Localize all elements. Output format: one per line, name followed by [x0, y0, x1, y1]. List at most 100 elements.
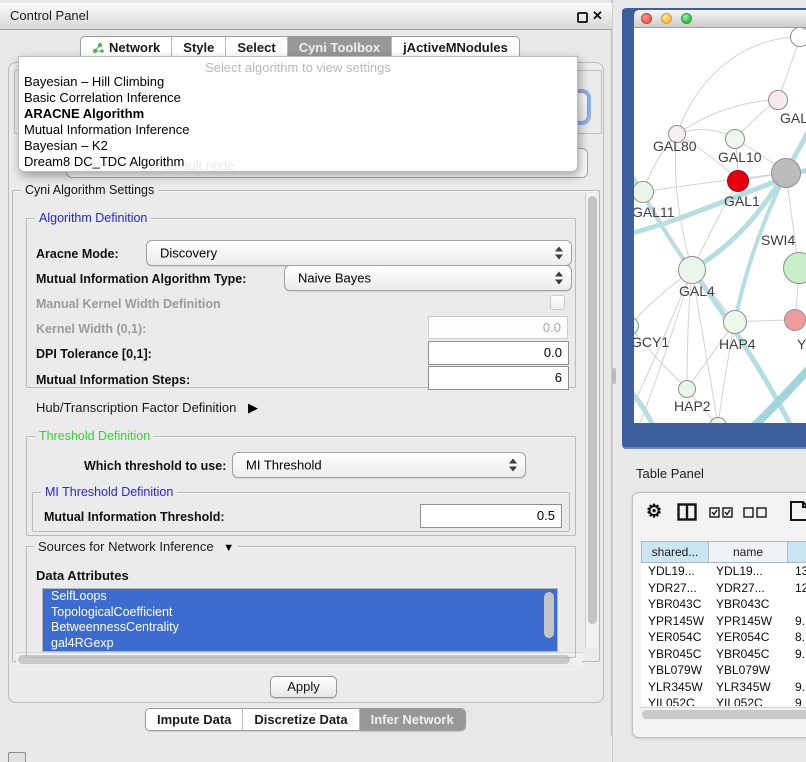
table-panel-window: ⚙ shared... name YDL19...YDL19...13	[632, 492, 806, 738]
cell: YBR045C	[709, 646, 788, 663]
node-label-swi4: SWI4	[761, 232, 795, 248]
column-header-shared-name[interactable]: shared...	[641, 541, 709, 563]
network-node-hap2[interactable]	[678, 380, 696, 398]
panel-divider-handle[interactable]	[612, 368, 616, 384]
new-table-icon[interactable]	[789, 500, 806, 522]
mi-steps-field[interactable]: 6	[428, 366, 569, 390]
network-node-gray[interactable]	[771, 158, 801, 188]
settings-vscroll-thumb[interactable]	[588, 196, 597, 624]
cell	[788, 662, 806, 679]
dpi-tolerance-label: DPI Tolerance [0,1]:	[36, 347, 152, 361]
table-row[interactable]: YBR043CYBR043C	[641, 596, 806, 613]
close-icon[interactable]: ✕	[592, 8, 603, 24]
network-node-gal1-selected[interactable]	[727, 170, 749, 192]
list-item-gal4rgexp[interactable]: gal4RGexp	[43, 636, 557, 652]
float-window-icon[interactable]	[577, 12, 588, 23]
cell: YDR27...	[709, 580, 788, 597]
cell: 9	[788, 695, 806, 706]
sources-expander[interactable]: Sources for Network Inference ▼	[34, 539, 238, 554]
tab-jactivemnodules[interactable]: jActiveMNodules	[391, 37, 519, 58]
cell: 9.	[788, 613, 806, 630]
node-label-gal: GAL	[780, 110, 806, 126]
zoom-traffic-light[interactable]	[681, 13, 692, 24]
table-row[interactable]: YLR345WYLR345W9.	[641, 679, 806, 696]
split-columns-icon[interactable]	[677, 503, 697, 521]
list-item-betweennesscentrality[interactable]: BetweennessCentrality	[43, 620, 557, 636]
network-node-salmon[interactable]	[784, 309, 806, 331]
cell: YIL052C	[709, 695, 788, 706]
data-attributes-label: Data Attributes	[36, 568, 129, 583]
network-node[interactable]	[790, 28, 806, 47]
cell: YBR043C	[709, 596, 788, 613]
network-edges	[634, 28, 806, 423]
dropdown-item-aracne[interactable]: ARACNE Algorithm	[19, 106, 577, 122]
cell: YLR345W	[641, 679, 709, 696]
kernel-width-field: 0.0	[428, 316, 568, 339]
table-row[interactable]: YPR145WYPR145W9.	[641, 613, 806, 630]
tab-jactivemnodules-label: jActiveMNodules	[403, 40, 508, 55]
cyni-settings-group-label: Cyni Algorithm Settings	[21, 183, 158, 197]
table-horizontal-scrollbar[interactable]	[639, 707, 806, 720]
table-row[interactable]: YDR27...YDR27...12	[641, 580, 806, 597]
table-row[interactable]: YER054CYER054C8.	[641, 629, 806, 646]
algorithm-dropdown-popup: Inference Algorithm gal filtered.sif def…	[18, 56, 578, 172]
deselect-all-columns-icon[interactable]	[743, 507, 767, 518]
list-item-selfloops[interactable]: SelfLoops	[43, 589, 557, 605]
network-node-gal[interactable]	[768, 90, 788, 110]
gear-icon[interactable]: ⚙	[646, 501, 662, 522]
cell: 9.	[788, 646, 806, 663]
cell: YBR043C	[641, 596, 709, 613]
mi-threshold-field[interactable]: 0.5	[420, 504, 562, 528]
cell: YPR145W	[641, 613, 709, 630]
kernel-width-label: Kernel Width (0,1):	[36, 322, 146, 336]
mi-type-combo[interactable]: Naive Bayes	[284, 265, 572, 291]
dpi-tolerance-field[interactable]: 0.0	[428, 341, 569, 365]
dropdown-item-mutual-information[interactable]: Mutual Information Inference	[19, 122, 577, 138]
apply-button[interactable]: Apply	[270, 676, 337, 698]
network-canvas[interactable]: GAL GAL80 GAL10 GAL1 GAL11 SWI4 GAL4 GCY…	[634, 28, 806, 423]
network-window-titlebar	[634, 10, 806, 28]
which-threshold-combo[interactable]: MI Threshold	[232, 452, 526, 478]
table-row[interactable]: YIL052CYIL052C9	[641, 695, 806, 706]
tab-discretize-data[interactable]: Discretize Data	[242, 709, 358, 730]
close-traffic-light[interactable]	[641, 13, 652, 24]
settings-vertical-scrollbar[interactable]	[585, 193, 598, 648]
dropdown-item-basic-correlation[interactable]: Basic Correlation Inference	[19, 90, 577, 106]
column-header-name[interactable]: name	[709, 541, 788, 563]
manual-kernel-label: Manual Kernel Width Definition	[36, 297, 221, 311]
control-panel-titlebar	[0, 3, 612, 30]
cell: 9.	[788, 679, 806, 696]
tab-network[interactable]: Network	[81, 37, 171, 58]
chevron-down-icon: ▼	[223, 542, 234, 554]
table-row[interactable]: YBR045CYBR045C9.	[641, 646, 806, 663]
cell: YDL19...	[641, 563, 709, 580]
tab-impute-data[interactable]: Impute Data	[146, 709, 242, 730]
minimize-traffic-light[interactable]	[661, 13, 672, 24]
aracne-mode-combo[interactable]: Discovery	[146, 240, 572, 266]
network-node-gal10[interactable]	[725, 129, 745, 149]
dropdown-item-bayesian-k2[interactable]: Bayesian – K2	[19, 138, 577, 154]
network-node-hap4[interactable]	[723, 310, 747, 334]
cell: YPR145W	[709, 613, 788, 630]
panel-title: Control Panel	[10, 8, 89, 23]
combo-arrows-icon	[555, 247, 563, 260]
table-row[interactable]: YBL079WYBL079W	[641, 662, 806, 679]
select-all-columns-icon[interactable]	[709, 507, 733, 518]
network-node-gal4[interactable]	[678, 256, 706, 284]
tab-style[interactable]: Style	[171, 37, 225, 58]
table-hscroll-thumb[interactable]	[642, 710, 806, 719]
tab-select[interactable]: Select	[225, 37, 286, 58]
tab-cyni-toolbox[interactable]: Cyni Toolbox	[287, 37, 391, 58]
dropdown-item-dream8[interactable]: Dream8 DC_TDC Algorithm	[19, 154, 577, 170]
hub-expander[interactable]: Hub/Transcription Factor Definition ▶	[36, 400, 258, 416]
cell: 8.	[788, 629, 806, 646]
mi-threshold-definition-label: MI Threshold Definition	[41, 485, 177, 499]
list-vscroll-thumb[interactable]	[544, 592, 554, 638]
table-row[interactable]: YDL19...YDL19...13	[641, 563, 806, 580]
dropdown-item-bayesian-hill-climbing[interactable]: Bayesian – Hill Climbing	[19, 74, 577, 90]
tab-select-label: Select	[237, 40, 275, 55]
tab-infer-network[interactable]: Infer Network	[359, 709, 465, 730]
column-header-cut[interactable]	[788, 541, 806, 563]
detached-panel-icon[interactable]	[8, 752, 26, 762]
list-item-topologicalcoefficient[interactable]: TopologicalCoefficient	[43, 605, 557, 621]
